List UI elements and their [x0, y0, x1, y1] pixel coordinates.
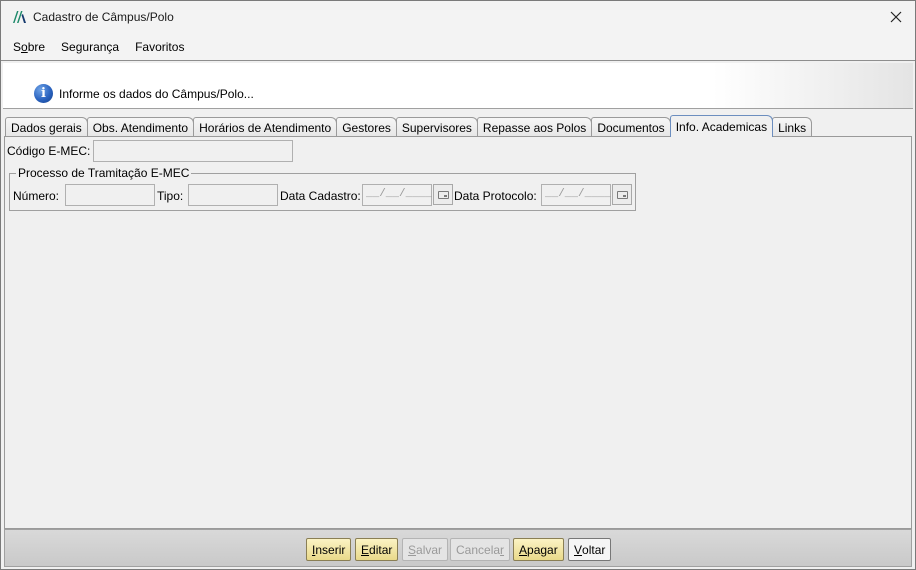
numero-label: Número:	[13, 189, 60, 203]
tab-horarios-atendimento[interactable]: Horários de Atendimento	[193, 117, 338, 137]
numero-field[interactable]	[65, 184, 155, 206]
window: Cadastro de Câmpus/Polo Sobre Segurança …	[0, 0, 916, 570]
banner-text: Informe os dados do Câmpus/Polo...	[59, 87, 254, 101]
tab-gestores[interactable]: Gestores	[336, 117, 397, 137]
codigo-emec-field[interactable]	[93, 140, 293, 162]
tab-obs-atendimento[interactable]: Obs. Atendimento	[86, 117, 195, 137]
data-cadastro-label: Data Cadastro:	[280, 189, 361, 203]
processo-tramitacao-group: Processo de Tramitação E-MEC Número: Tip…	[9, 166, 636, 211]
data-cadastro-calendar-button[interactable]	[433, 184, 453, 205]
tab-documentos[interactable]: Documentos	[591, 117, 671, 137]
tab-panel-info-academicas: Código E-MEC: Processo de Tramitação E-M…	[4, 136, 912, 529]
voltar-button[interactable]: Voltar	[568, 538, 612, 561]
close-icon	[890, 11, 902, 23]
tipo-label: Tipo:	[157, 189, 184, 203]
menu-seguranca[interactable]: Segurança	[57, 40, 123, 54]
group-title: Processo de Tramitação E-MEC	[16, 166, 192, 180]
calendar-icon	[616, 190, 628, 199]
tab-links[interactable]: Links	[772, 117, 813, 137]
salvar-button[interactable]: Salvar	[402, 538, 449, 561]
tipo-field[interactable]	[188, 184, 278, 206]
cancelar-button[interactable]: Cancela r	[450, 538, 511, 561]
tab-supervisores[interactable]: Supervisores	[395, 117, 478, 137]
info-banner: i Informe os dados do Câmpus/Polo...	[3, 63, 913, 109]
tab-repasse-polos[interactable]: Repasse aos Polos	[476, 117, 593, 137]
close-button[interactable]	[883, 5, 909, 29]
app-logo-icon	[13, 11, 26, 23]
action-bar: Inserir Editar Salvar Cancela r Apagar Vo…	[4, 529, 912, 567]
inserir-button[interactable]: Inserir	[306, 538, 352, 561]
menu-favoritos[interactable]: Favoritos	[131, 40, 188, 54]
data-protocolo-label: Data Protocolo:	[454, 189, 537, 203]
data-protocolo-calendar-button[interactable]	[612, 184, 632, 205]
title-bar: Cadastro de Câmpus/Polo	[1, 1, 915, 33]
info-icon: i	[34, 84, 53, 103]
tab-info-academicas[interactable]: Info. Academicas	[669, 115, 774, 138]
calendar-icon	[437, 190, 449, 199]
tab-dados-gerais[interactable]: Dados gerais	[5, 117, 88, 137]
menu-sobre[interactable]: Sobre	[9, 40, 49, 54]
window-title: Cadastro de Câmpus/Polo	[33, 10, 174, 24]
tab-strip: Dados gerais Obs. Atendimento Horários d…	[5, 115, 813, 138]
editar-button[interactable]: Editar	[355, 538, 399, 561]
menu-bar: Sobre Segurança Favoritos	[1, 33, 915, 61]
data-cadastro-field[interactable]: __/__/____	[362, 184, 432, 206]
codigo-emec-label: Código E-MEC:	[7, 144, 91, 158]
apagar-button[interactable]: Apagar	[513, 538, 564, 561]
data-protocolo-field[interactable]: __/__/____	[541, 184, 611, 206]
